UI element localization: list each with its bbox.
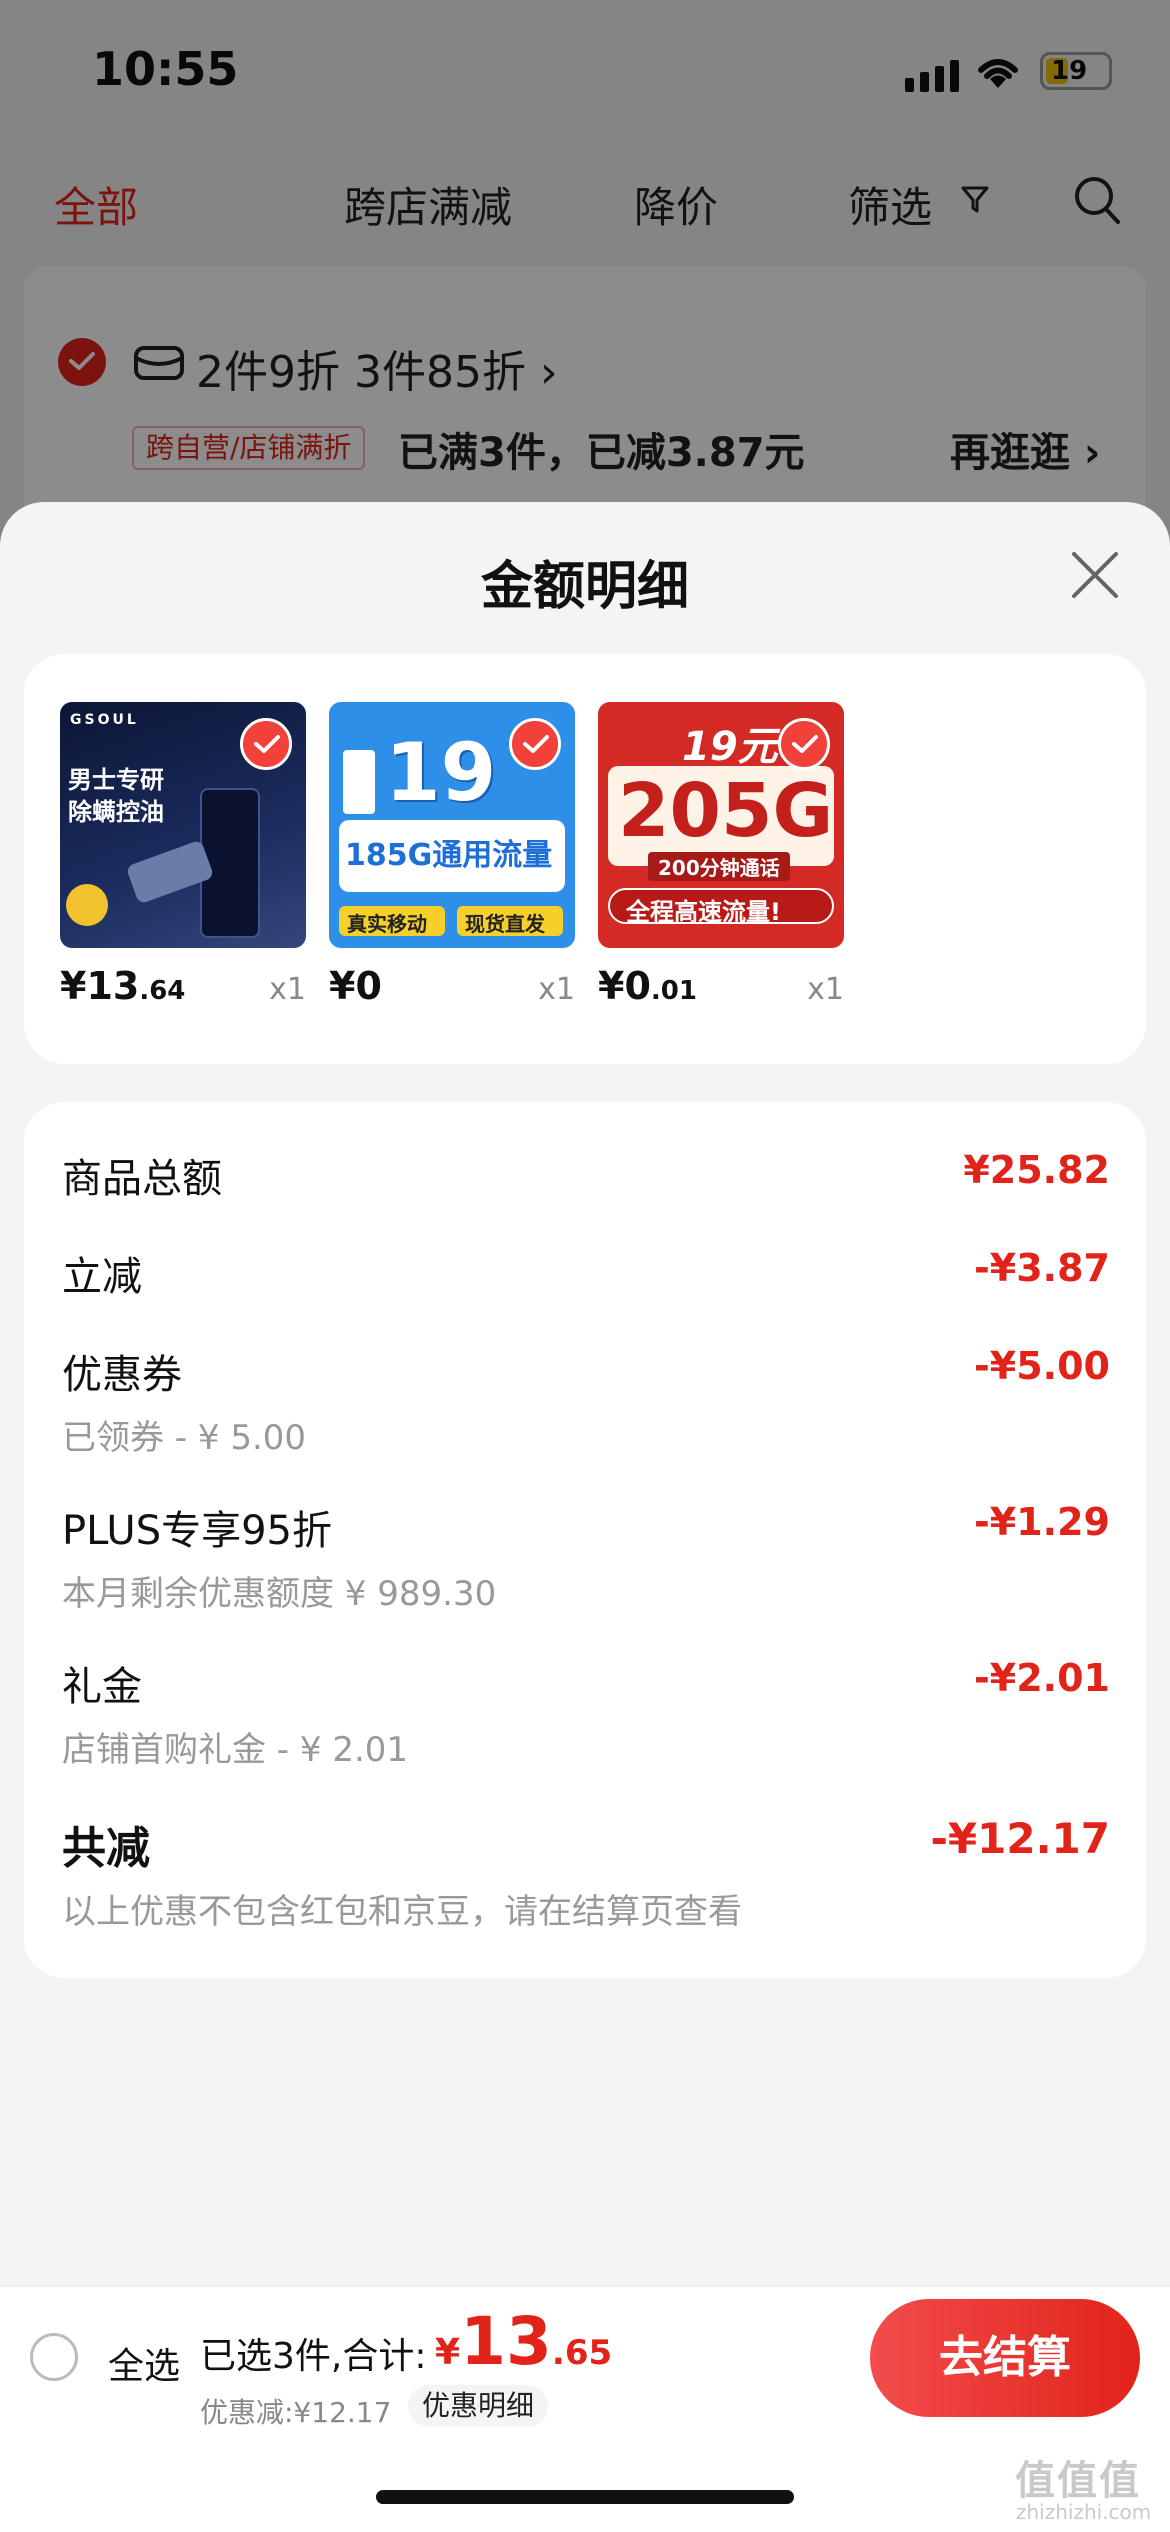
row-label-subtotal: 商品总额 [62,1156,222,1202]
discount-summary: 优惠减:¥12.17 [200,2396,392,2429]
product-item[interactable]: GSOUL 男士专研 除螨控油 ¥13.64 x1 [60,702,306,1008]
total-amount: ¥13.65 [435,2303,613,2380]
amount-breakdown: 商品总额 ¥25.82 立减 -¥3.87 优惠券 -¥5.00 已领券 - ¥… [24,1102,1146,1978]
product-image: 19元 205G 200分钟通话 全程高速流量! [598,702,844,948]
row-label-instant-discount: 立减 [62,1254,142,1300]
row-value-instant-discount: -¥3.87 [974,1246,1110,1290]
row-value-plus: -¥1.29 [974,1500,1110,1544]
sheet-title: 金额明细 [480,557,689,617]
row-value-coupon: -¥5.00 [974,1344,1110,1388]
total-discount-label: 共减 [62,1823,150,1874]
select-all-label[interactable]: 全选 [108,2337,180,2389]
watermark: 值值值 [1015,2458,1141,2504]
row-label-gift: 礼金 [62,1664,142,1710]
row-label-plus: PLUS专享95折 [62,1508,332,1554]
checkout-button[interactable]: 去结算 [870,2299,1140,2417]
select-all-radio[interactable] [30,2333,78,2381]
discount-detail-link[interactable]: 优惠明细 [408,2385,549,2427]
total-discount-note: 以上优惠不包含红包和京豆，请在结算页查看 [62,1892,742,1932]
row-sub-gift: 店铺首购礼金 - ¥ 2.01 [62,1730,409,1770]
row-value-gift: -¥2.01 [974,1656,1110,1700]
product-item[interactable]: 19元 205G 200分钟通话 全程高速流量! ¥0.01 x1 [598,702,844,1008]
product-price: ¥0.01 [598,964,697,1008]
product-qty: x1 [538,972,575,1007]
amount-detail-sheet: 金额明细 GSOUL 男士专研 除螨控油 ¥13.64 x1 19 185G通用… [0,502,1170,2532]
product-price: ¥13.64 [60,964,186,1008]
product-image: 19 185G通用流量 真实移动 现货直发 [329,702,575,948]
checked-icon[interactable] [778,718,830,770]
product-list: GSOUL 男士专研 除螨控油 ¥13.64 x1 19 185G通用流量 真实… [24,654,1146,1064]
checked-icon[interactable] [240,718,292,770]
row-sub-plus: 本月剩余优惠额度 ¥ 989.30 [62,1574,497,1614]
close-icon[interactable] [1068,548,1122,602]
row-label-coupon: 优惠券 [62,1352,182,1398]
home-indicator [376,2490,794,2504]
checked-icon[interactable] [509,718,561,770]
product-qty: x1 [807,972,844,1007]
product-price: ¥0 [329,964,382,1008]
product-item[interactable]: 19 185G通用流量 真实移动 现货直发 ¥0 x1 [329,702,575,1008]
product-qty: x1 [269,972,306,1007]
product-image: GSOUL 男士专研 除螨控油 [60,702,306,948]
watermark-url: zhizhizhi.com [1016,2500,1152,2524]
selection-summary: 已选3件,合计: [200,2336,427,2377]
total-discount-value: -¥12.17 [930,1814,1110,1863]
row-value-subtotal: ¥25.82 [963,1148,1110,1192]
row-sub-coupon: 已领券 - ¥ 5.00 [62,1418,307,1458]
